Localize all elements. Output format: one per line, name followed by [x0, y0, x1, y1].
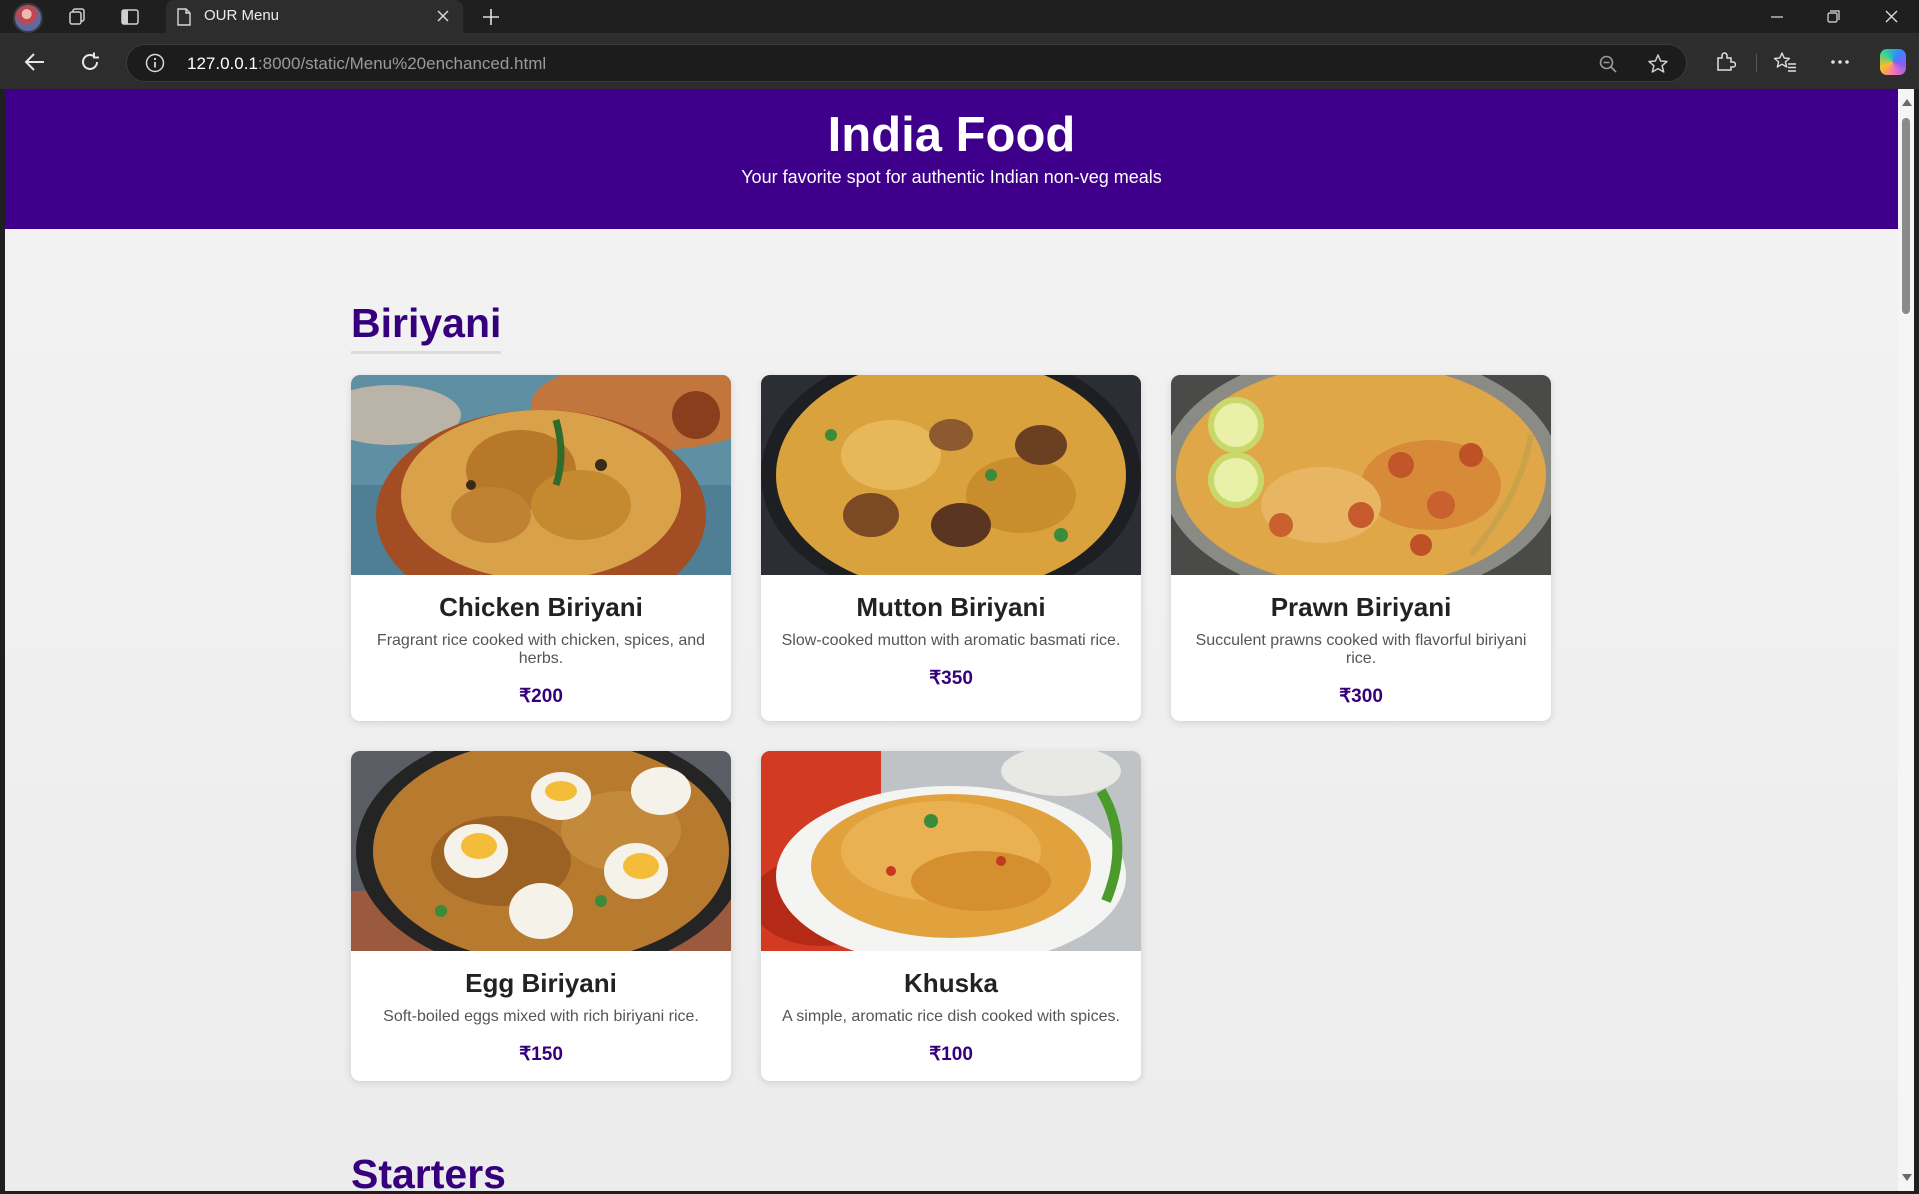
extensions-icon[interactable]: [1710, 47, 1740, 77]
chicken-biriyani-image: [351, 375, 731, 575]
more-options-icon[interactable]: [1825, 47, 1855, 77]
copilot-icon[interactable]: [1880, 49, 1906, 75]
url-host: 127.0.0.1: [187, 54, 258, 73]
item-description: Soft-boiled eggs mixed with rich biriyan…: [383, 1008, 699, 1025]
site-header: India Food Your favorite spot for authen…: [5, 89, 1898, 229]
active-tab[interactable]: OUR Menu: [166, 0, 463, 33]
item-name: Egg Biriyani: [465, 968, 617, 998]
site-tagline: Your favorite spot for authentic Indian …: [741, 167, 1162, 187]
item-price: ₹300: [1339, 686, 1383, 707]
item-description: A simple, aromatic rice dish cooked with…: [782, 1008, 1120, 1025]
item-description: Slow-cooked mutton with aromatic basmati…: [781, 632, 1121, 649]
scroll-down-arrow-icon[interactable]: [1902, 1174, 1912, 1181]
item-price: ₹100: [929, 1044, 973, 1065]
menu-card[interactable]: Khuska A simple, aromatic rice dish cook…: [761, 751, 1141, 1081]
scroll-up-arrow-icon[interactable]: [1902, 99, 1912, 106]
new-tab-button[interactable]: [476, 2, 506, 32]
item-price: ₹150: [519, 1044, 563, 1065]
site-info-icon[interactable]: [145, 53, 165, 73]
toolbar-divider: [1756, 54, 1757, 72]
close-window-icon[interactable]: [1864, 0, 1918, 33]
item-description: Fragrant rice cooked with chicken, spice…: [376, 632, 706, 667]
menu-card[interactable]: Egg Biriyani Soft-boiled eggs mixed with…: [351, 751, 731, 1081]
site-title: India Food: [827, 108, 1076, 162]
tab-bar: OUR Menu: [0, 0, 1919, 33]
favorite-star-icon[interactable]: [1646, 52, 1670, 76]
profile-avatar[interactable]: [13, 3, 43, 33]
section-title-starters: Starters: [351, 1151, 506, 1191]
page-viewport: India Food Your favorite spot for authen…: [5, 89, 1898, 1191]
minimize-icon[interactable]: [1750, 0, 1804, 33]
menu-card[interactable]: Chicken Biriyani Fragrant rice cooked wi…: [351, 375, 731, 721]
item-price: ₹200: [519, 686, 563, 707]
scrollbar-thumb[interactable]: [1902, 118, 1910, 314]
item-name: Prawn Biriyani: [1270, 592, 1452, 622]
item-description: Succulent prawns cooked with flavorful b…: [1195, 632, 1527, 667]
refresh-icon[interactable]: [74, 46, 106, 78]
url-text[interactable]: 127.0.0.1:8000/static/Menu%20enchanced.h…: [187, 54, 546, 74]
browser-toolbar: 127.0.0.1:8000/static/Menu%20enchanced.h…: [0, 33, 1919, 89]
page-icon: [177, 8, 191, 26]
workspaces-icon[interactable]: [62, 3, 92, 31]
item-name: Khuska: [904, 968, 998, 998]
egg-biriyani-image: [351, 751, 731, 951]
address-bar[interactable]: 127.0.0.1:8000/static/Menu%20enchanced.h…: [126, 44, 1687, 82]
item-name: Mutton Biriyani: [856, 592, 1046, 622]
tab-title: OUR Menu: [204, 7, 280, 24]
back-arrow-icon[interactable]: [19, 46, 51, 78]
prawn-biriyani-image: [1171, 375, 1551, 575]
menu-card[interactable]: Mutton Biriyani Slow-cooked mutton with …: [761, 375, 1141, 721]
mutton-biriyani-image: [761, 375, 1141, 575]
page-scrollbar[interactable]: [1898, 89, 1914, 1191]
item-price: ₹350: [929, 668, 973, 689]
item-name: Chicken Biriyani: [439, 592, 643, 622]
close-tab-icon[interactable]: [433, 6, 453, 26]
menu-card[interactable]: Prawn Biriyani Succulent prawns cooked w…: [1171, 375, 1551, 721]
restore-icon[interactable]: [1806, 0, 1860, 33]
url-path: :8000/static/Menu%20enchanced.html: [257, 54, 547, 73]
vertical-tabs-icon[interactable]: [115, 3, 145, 31]
khuska-image: [761, 751, 1141, 951]
favorites-icon[interactable]: [1770, 47, 1800, 77]
zoom-out-icon[interactable]: [1596, 52, 1620, 76]
section-title-biriyani: Biriyani: [351, 300, 502, 354]
